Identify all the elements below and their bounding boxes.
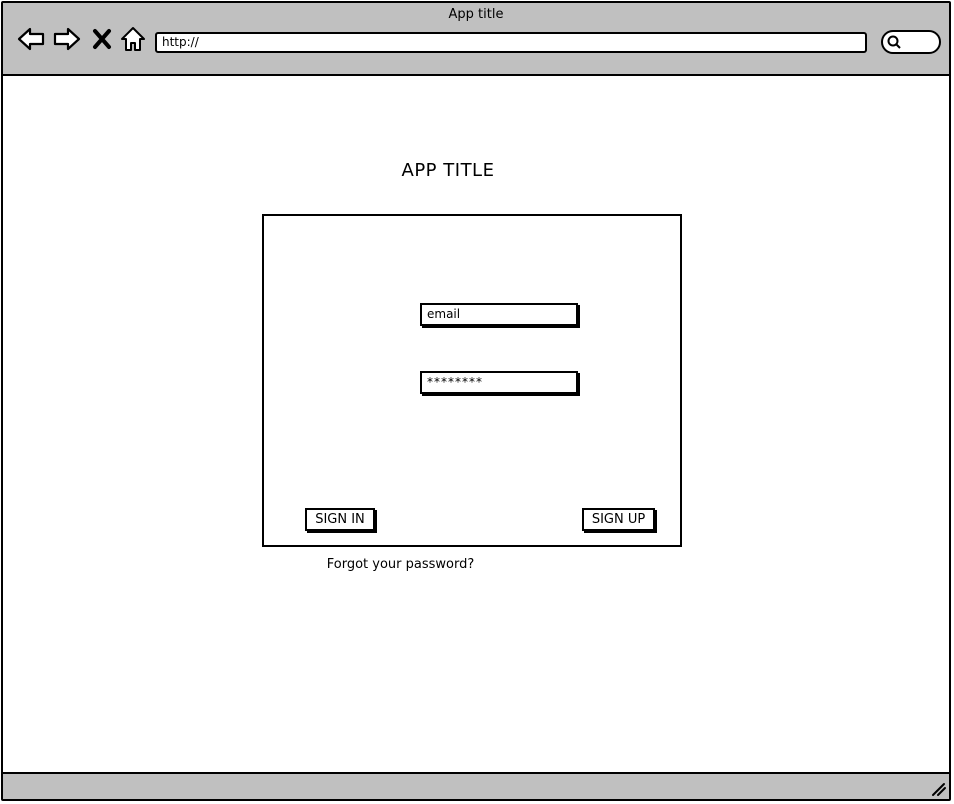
search-field[interactable] <box>881 30 941 54</box>
forgot-password-link[interactable]: Forgot your password? <box>268 557 533 572</box>
search-icon <box>887 35 901 49</box>
status-bar <box>3 772 949 799</box>
login-panel: email ******** SIGN IN SIGN UP <box>262 214 682 547</box>
sign-in-button[interactable]: SIGN IN <box>305 508 375 531</box>
browser-window: App title http:// APP TITLE email ******… <box>1 1 951 801</box>
email-field[interactable]: email <box>420 303 578 326</box>
arrow-right-icon[interactable] <box>53 25 81 53</box>
close-icon[interactable] <box>91 25 113 53</box>
browser-toolbar: App title http:// <box>3 3 949 76</box>
window-title: App title <box>448 7 504 22</box>
page-title: APP TITLE <box>401 160 495 181</box>
address-bar[interactable]: http:// <box>155 32 867 53</box>
password-field[interactable]: ******** <box>420 371 578 394</box>
arrow-left-icon[interactable] <box>17 25 45 53</box>
resize-grip-icon[interactable] <box>929 779 947 797</box>
home-icon[interactable] <box>119 25 147 53</box>
sign-up-button[interactable]: SIGN UP <box>582 508 655 531</box>
